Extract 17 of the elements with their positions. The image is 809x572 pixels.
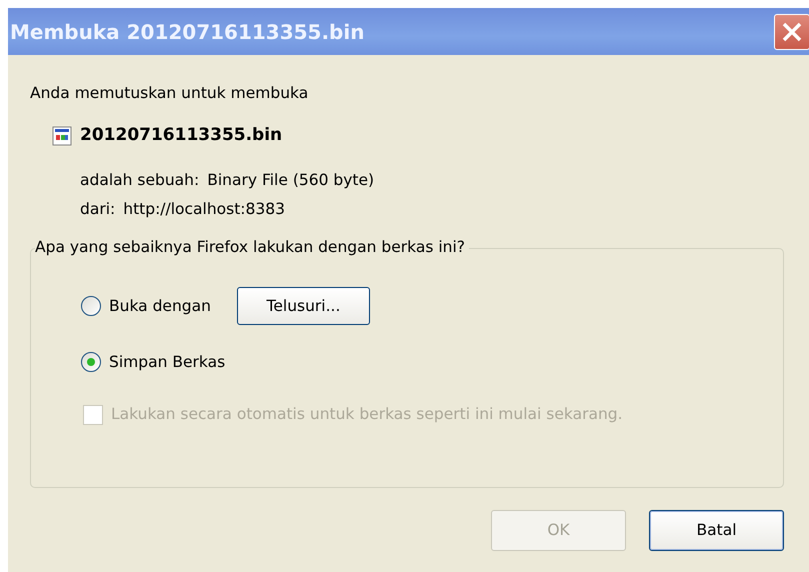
detail-label: dari: (80, 199, 116, 220)
detail-value: Binary File (560 byte) (207, 170, 374, 191)
radio-button[interactable] (81, 352, 101, 372)
file-name: 20120716113355.bin (80, 124, 282, 148)
browse-button[interactable]: Telusuri... (236, 287, 370, 326)
dialog-button[interactable]: Batal (649, 510, 784, 552)
close-icon (781, 20, 803, 42)
close-button[interactable] (774, 14, 809, 50)
radio-label[interactable]: Simpan Berkas (109, 350, 226, 374)
detail-label: adalah sebuah: (80, 170, 200, 191)
file-icon (52, 126, 72, 146)
radio-label[interactable]: Buka dengan (109, 294, 211, 318)
checkbox-label: Lakukan secara otomatis untuk berkas seperti ini mulai sekarang. (111, 404, 623, 426)
radio-button[interactable] (81, 296, 101, 316)
detail-value: http://localhost:8383 (123, 199, 285, 220)
window-title: Membuka 20120716113355.bin (10, 18, 364, 46)
intro-text: Anda memutuskan untuk membuka (30, 83, 310, 104)
